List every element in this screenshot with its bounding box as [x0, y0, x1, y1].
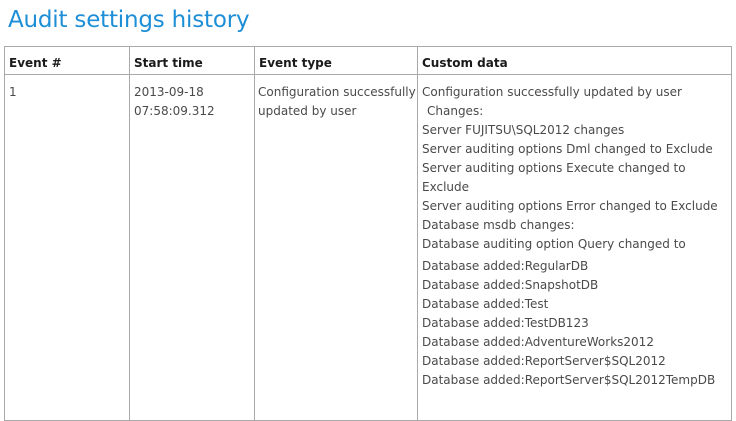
custom-data-line: Database auditing option Query changed t… [422, 237, 686, 251]
custom-data-line: Server auditing options Dml changed to E… [422, 142, 713, 156]
custom-data-line: Database added:RegularDB [422, 259, 589, 273]
column-header-event-number[interactable]: Event # [4, 46, 130, 75]
custom-data-line: Server auditing options Execute changed … [422, 161, 686, 194]
custom-data-line: Database added:AdventureWorks2012 [422, 335, 654, 349]
custom-data-line: Changes: [427, 104, 484, 118]
custom-data-line: Database added:ReportServer$SQL2012 [422, 354, 666, 368]
column-header-event-type[interactable]: Event type [254, 46, 418, 75]
column-header-custom-data[interactable]: Custom data [417, 46, 732, 75]
custom-data-line: Database added:SnapshotDB [422, 278, 599, 292]
cell-event-type: Configuration successfully updated by us… [254, 74, 418, 421]
custom-data-line: Configuration successfully updated by us… [422, 85, 682, 99]
audit-history-table: Event # Start time Event type Custom dat… [4, 46, 732, 421]
cell-start-time: 2013-09-18 07:58:09.312 [129, 74, 255, 421]
page-title: Audit settings history [8, 7, 250, 33]
custom-data-line: Database added:TestDB123 [422, 316, 589, 330]
column-header-start-time[interactable]: Start time [129, 46, 255, 75]
table-row[interactable]: 1 2013-09-18 07:58:09.312 Configuration … [4, 74, 732, 421]
custom-data-line: Database msdb changes: [422, 218, 575, 232]
custom-data-line: Server FUJITSU\SQL2012 changes [422, 123, 625, 137]
cell-custom-data: Configuration successfully updated by us… [417, 74, 732, 421]
custom-data-line: Database added:ReportServer$SQL2012TempD… [422, 373, 716, 387]
cell-event-number: 1 [4, 74, 130, 421]
table-header-row: Event # Start time Event type Custom dat… [4, 46, 732, 75]
custom-data-line: Database added:Test [422, 297, 549, 311]
custom-data-line: Server auditing options Error changed to… [422, 199, 718, 213]
